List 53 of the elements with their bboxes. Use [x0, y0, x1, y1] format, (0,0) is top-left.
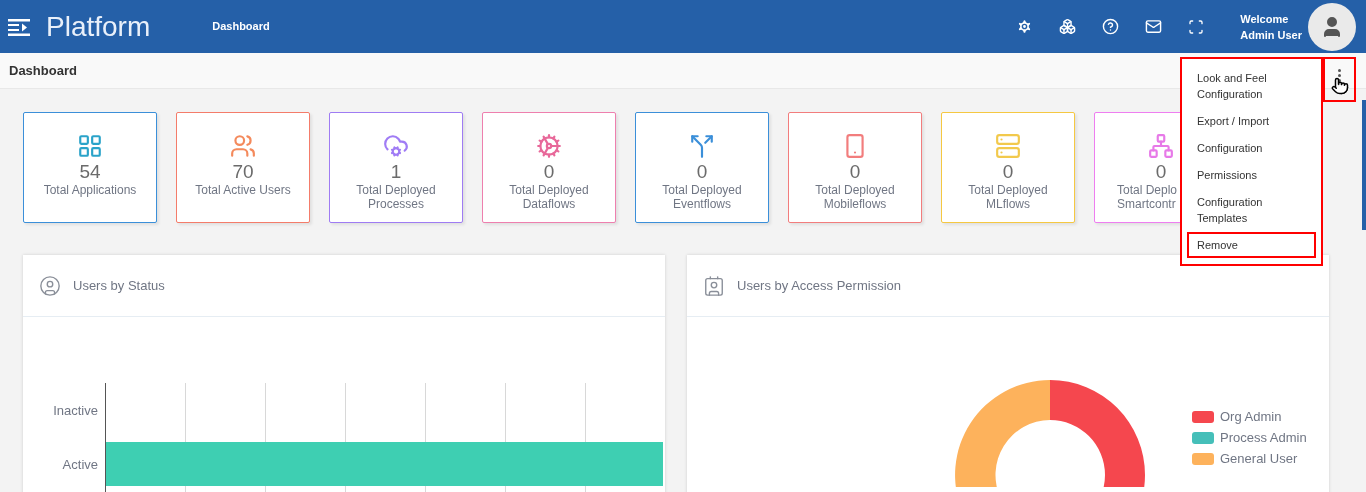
menu-item[interactable]: Remove	[1187, 232, 1316, 258]
stat-label: Total Applications	[43, 183, 137, 197]
brand-name: Platform	[46, 12, 151, 41]
stat-label: Total Deployed MLflows	[968, 183, 1048, 211]
stat-label: Total Deplo Smartcontr	[1116, 183, 1178, 211]
legend-label: Process Admin	[1220, 430, 1307, 446]
stat-card[interactable]: 0 Total Deployed Dataflows	[482, 112, 616, 223]
legend-label: Org Admin	[1220, 409, 1282, 425]
stat-card[interactable]: 70 Total Active Users	[176, 112, 310, 223]
stat-value: 1	[390, 161, 402, 183]
stat-card[interactable]: 54 Total Applications	[23, 112, 157, 223]
stat-icon	[995, 133, 1021, 159]
stat-value: 0	[696, 161, 708, 183]
settings-icon[interactable]	[1016, 18, 1034, 35]
menu-item[interactable]: Look and Feel Configuration	[1187, 65, 1316, 107]
stat-label: Total Deployed Eventflows	[662, 183, 742, 211]
legend-label: General User	[1220, 451, 1298, 467]
stat-value: 54	[79, 161, 101, 183]
stat-value: 0	[1002, 161, 1014, 183]
stat-label: Total Deployed Processes	[356, 183, 436, 211]
stat-value: 0	[849, 161, 861, 183]
stat-icon	[689, 133, 715, 159]
stat-icon	[230, 133, 256, 159]
id-badge-icon	[703, 274, 725, 297]
mail-icon[interactable]	[1145, 18, 1163, 35]
stat-card[interactable]: 0 Total Deployed Eventflows	[635, 112, 769, 223]
axis-label: Inactive	[53, 402, 98, 420]
fullscreen-icon[interactable]	[1188, 18, 1205, 35]
user-circle-icon	[39, 274, 61, 297]
page-title: Dashboard	[9, 61, 77, 80]
stat-value: 0	[543, 161, 555, 183]
cubes-icon[interactable]	[1059, 18, 1077, 35]
breadcrumb-link[interactable]: Dashboard	[212, 18, 270, 35]
stat-card[interactable]: 0 Total Deployed MLflows	[941, 112, 1075, 223]
stat-icon	[383, 133, 409, 159]
panel-title: Users by Access Permission	[737, 276, 901, 295]
stat-label: Total Deployed Dataflows	[509, 183, 589, 211]
scrollbar-thumb[interactable]	[1362, 100, 1366, 230]
help-icon[interactable]	[1102, 18, 1120, 35]
stat-icon	[536, 133, 562, 159]
axis-label: Active	[62, 456, 98, 474]
stat-value: 70	[232, 161, 254, 183]
welcome-text: Welcome Admin User	[1240, 11, 1302, 43]
stat-label: Total Deployed Mobileflows	[815, 183, 895, 211]
stat-card[interactable]: 1 Total Deployed Processes	[329, 112, 463, 223]
stat-value: 0	[1155, 161, 1167, 183]
stat-card[interactable]: 0 Total Deployed Mobileflows	[788, 112, 922, 223]
panel-title: Users by Status	[73, 276, 165, 295]
user-avatar[interactable]	[1308, 2, 1356, 51]
menu-toggle-icon[interactable]	[8, 18, 30, 36]
stat-icon	[1148, 133, 1174, 159]
stat-label: Total Active Users	[195, 183, 291, 197]
stat-icon	[77, 133, 103, 159]
